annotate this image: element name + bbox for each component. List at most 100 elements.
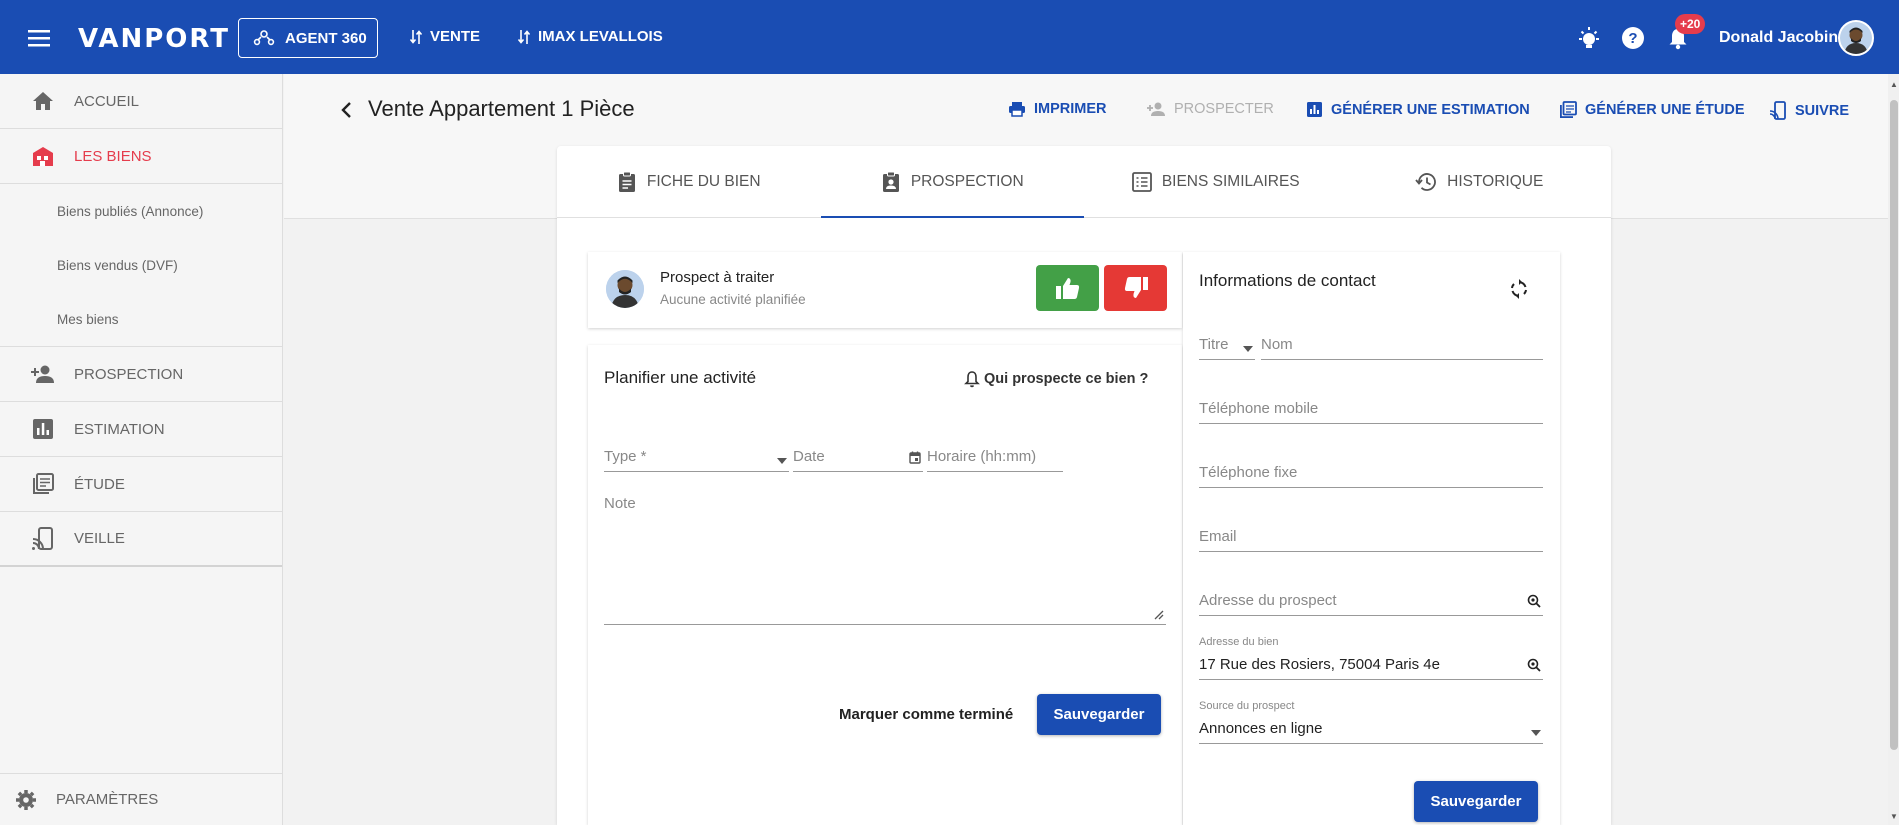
sidebar-item-etude[interactable]: ÉTUDE bbox=[0, 457, 282, 512]
sidebar-item-les-biens[interactable]: LES BIENS bbox=[0, 129, 282, 184]
scroll-up-arrow-icon[interactable]: ▲ bbox=[1889, 80, 1899, 90]
scrollbar-thumb[interactable] bbox=[1890, 100, 1898, 750]
resize-grip-icon[interactable] bbox=[1152, 608, 1164, 620]
tab-label: HISTORIQUE bbox=[1447, 172, 1544, 190]
contact-info-title: Informations de contact bbox=[1199, 271, 1376, 290]
mark-done-button[interactable]: Marquer comme terminé bbox=[839, 706, 1013, 723]
tab-bar: FICHE DU BIEN PROSPECTION BIENS SIMILAIR… bbox=[557, 146, 1611, 218]
caret-down-icon bbox=[1531, 730, 1541, 736]
activity-note-textarea[interactable]: Note bbox=[604, 495, 1166, 625]
tab-prospection[interactable]: PROSPECTION bbox=[820, 146, 1085, 218]
location-search-icon[interactable] bbox=[1527, 594, 1541, 608]
sidebar-item-accueil[interactable]: ACCUEIL bbox=[0, 74, 282, 129]
agent-network-icon bbox=[253, 30, 275, 46]
scroll-down-arrow-icon[interactable]: ▼ bbox=[1889, 812, 1899, 822]
sidebar-item-label: LES BIENS bbox=[74, 147, 152, 165]
plan-activity-card: Planifier une activité Qui prospecte ce … bbox=[588, 345, 1182, 825]
save-contact-button[interactable]: Sauvegarder bbox=[1414, 781, 1538, 822]
caret-down-icon bbox=[1243, 346, 1253, 352]
bar-chart-icon bbox=[33, 419, 53, 439]
prospect-source-select[interactable]: Source du prospect Annonces en ligne bbox=[1199, 700, 1543, 744]
sidebar-subitem-mes-biens[interactable]: Mes biens bbox=[0, 292, 282, 346]
landline-phone-field[interactable]: Téléphone fixe bbox=[1199, 448, 1543, 488]
who-prospects-label: Qui prospecte ce bien ? bbox=[984, 371, 1149, 387]
titre-select[interactable]: Titre bbox=[1199, 320, 1255, 360]
print-label: IMPRIMER bbox=[1034, 101, 1107, 117]
tab-fiche-du-bien[interactable]: FICHE DU BIEN bbox=[557, 146, 821, 217]
activity-type-placeholder: Type * bbox=[604, 448, 647, 465]
user-avatar[interactable] bbox=[1838, 20, 1874, 56]
menu-icon[interactable] bbox=[28, 27, 54, 49]
property-address-field[interactable]: Adresse du bien 17 Rue des Rosiers, 7500… bbox=[1199, 636, 1543, 680]
bell-outline-icon bbox=[964, 371, 980, 388]
bar-chart-icon bbox=[1307, 102, 1322, 117]
calendar-icon bbox=[909, 451, 921, 464]
activity-note-placeholder: Note bbox=[604, 495, 636, 512]
imax-levallois-link[interactable]: IMAX LEVALLOIS bbox=[518, 28, 663, 45]
notification-badge: +20 bbox=[1675, 14, 1706, 34]
app-logo[interactable]: VANPORT bbox=[78, 24, 230, 54]
caret-down-icon bbox=[777, 458, 787, 464]
tab-historique[interactable]: HISTORIQUE bbox=[1348, 146, 1612, 217]
activity-time-field[interactable]: Horaire (hh:mm) bbox=[927, 435, 1063, 472]
email-field[interactable]: Email bbox=[1199, 512, 1543, 552]
generate-study-button[interactable]: GÉNÉRER UNE ÉTUDE bbox=[1559, 101, 1745, 119]
prospecter-button[interactable]: PROSPECTER bbox=[1146, 101, 1274, 117]
sidebar-item-veille[interactable]: VEILLE bbox=[0, 512, 282, 567]
prospect-address-field[interactable]: Adresse du prospect bbox=[1199, 576, 1543, 616]
sidebar-item-parametres[interactable]: PARAMÈTRES bbox=[0, 773, 283, 825]
save-activity-button[interactable]: Sauvegarder bbox=[1037, 694, 1161, 735]
contact-info-card: Informations de contact Titre Nom Téléph… bbox=[1183, 252, 1560, 825]
page-title: Vente Appartement 1 Pièce bbox=[368, 96, 635, 121]
help-icon[interactable]: ? bbox=[1619, 24, 1647, 52]
thumbs-up-button[interactable] bbox=[1036, 265, 1099, 311]
prospect-avatar bbox=[606, 270, 644, 308]
thumbs-up-icon bbox=[1055, 278, 1079, 299]
back-arrow-icon[interactable] bbox=[336, 99, 358, 121]
top-bar: VANPORT AGENT 360 VENTE IMAX LEVALLOIS ?… bbox=[0, 0, 1899, 74]
location-search-icon[interactable] bbox=[1527, 658, 1541, 672]
activity-date-field[interactable]: Date bbox=[793, 435, 923, 472]
tab-label: FICHE DU BIEN bbox=[646, 172, 761, 190]
home-icon bbox=[33, 92, 53, 110]
who-prospects-link[interactable]: Qui prospecte ce bien ? bbox=[964, 370, 1148, 388]
generate-estimation-button[interactable]: GÉNÉRER UNE ESTIMATION bbox=[1306, 101, 1530, 118]
sidebar-item-label: PROSPECTION bbox=[74, 365, 184, 383]
prospect-status-subtitle: Aucune activité planifiée bbox=[660, 292, 806, 307]
refresh-icon[interactable] bbox=[1508, 278, 1530, 300]
user-name[interactable]: Donald Jacobin bbox=[1719, 29, 1838, 47]
generate-estimation-label: GÉNÉRER UNE ESTIMATION bbox=[1331, 101, 1530, 118]
tab-label: PROSPECTION bbox=[910, 172, 1024, 190]
tab-biens-similaires[interactable]: BIENS SIMILAIRES bbox=[1084, 146, 1348, 217]
prospecter-label: PROSPECTER bbox=[1174, 101, 1274, 117]
prospect-address-placeholder: Adresse du prospect bbox=[1199, 592, 1337, 609]
phone-cast-icon bbox=[32, 526, 53, 550]
follow-label: SUIVRE bbox=[1795, 103, 1849, 119]
thumbs-down-button[interactable] bbox=[1104, 265, 1167, 311]
titre-placeholder: Titre bbox=[1199, 336, 1229, 353]
sidebar-item-estimation[interactable]: ESTIMATION bbox=[0, 402, 282, 457]
swap-vert-icon bbox=[518, 29, 530, 44]
theme-bulb-icon[interactable] bbox=[1575, 24, 1603, 52]
person-add-icon bbox=[1147, 102, 1165, 116]
print-button[interactable]: IMPRIMER bbox=[1008, 101, 1107, 117]
sidebar-subitem-biens-publies[interactable]: Biens publiés (Annonce) bbox=[0, 184, 282, 238]
agent-360-button[interactable]: AGENT 360 bbox=[238, 18, 378, 58]
nom-placeholder: Nom bbox=[1261, 336, 1293, 353]
vente-label: VENTE bbox=[430, 28, 481, 45]
library-icon bbox=[1560, 101, 1577, 118]
prospect-source-value: Annonces en ligne bbox=[1199, 720, 1323, 737]
mobile-phone-placeholder: Téléphone mobile bbox=[1199, 400, 1319, 417]
mobile-phone-field[interactable]: Téléphone mobile bbox=[1199, 384, 1543, 424]
sidebar-item-label: VEILLE bbox=[74, 530, 125, 547]
activity-type-select[interactable]: Type * bbox=[604, 435, 789, 472]
sidebar-subitem-biens-vendus[interactable]: Biens vendus (DVF) bbox=[0, 238, 282, 292]
library-icon bbox=[33, 473, 54, 494]
sidebar-item-prospection[interactable]: PROSPECTION bbox=[0, 347, 282, 402]
clipboard-icon bbox=[618, 171, 635, 192]
nom-field[interactable]: Nom bbox=[1261, 320, 1543, 360]
vente-link[interactable]: VENTE bbox=[410, 28, 480, 45]
follow-button[interactable]: SUIVRE bbox=[1769, 101, 1849, 121]
sidebar-item-label: ACCUEIL bbox=[74, 92, 140, 110]
prospect-status-title: Prospect à traiter bbox=[660, 269, 775, 286]
